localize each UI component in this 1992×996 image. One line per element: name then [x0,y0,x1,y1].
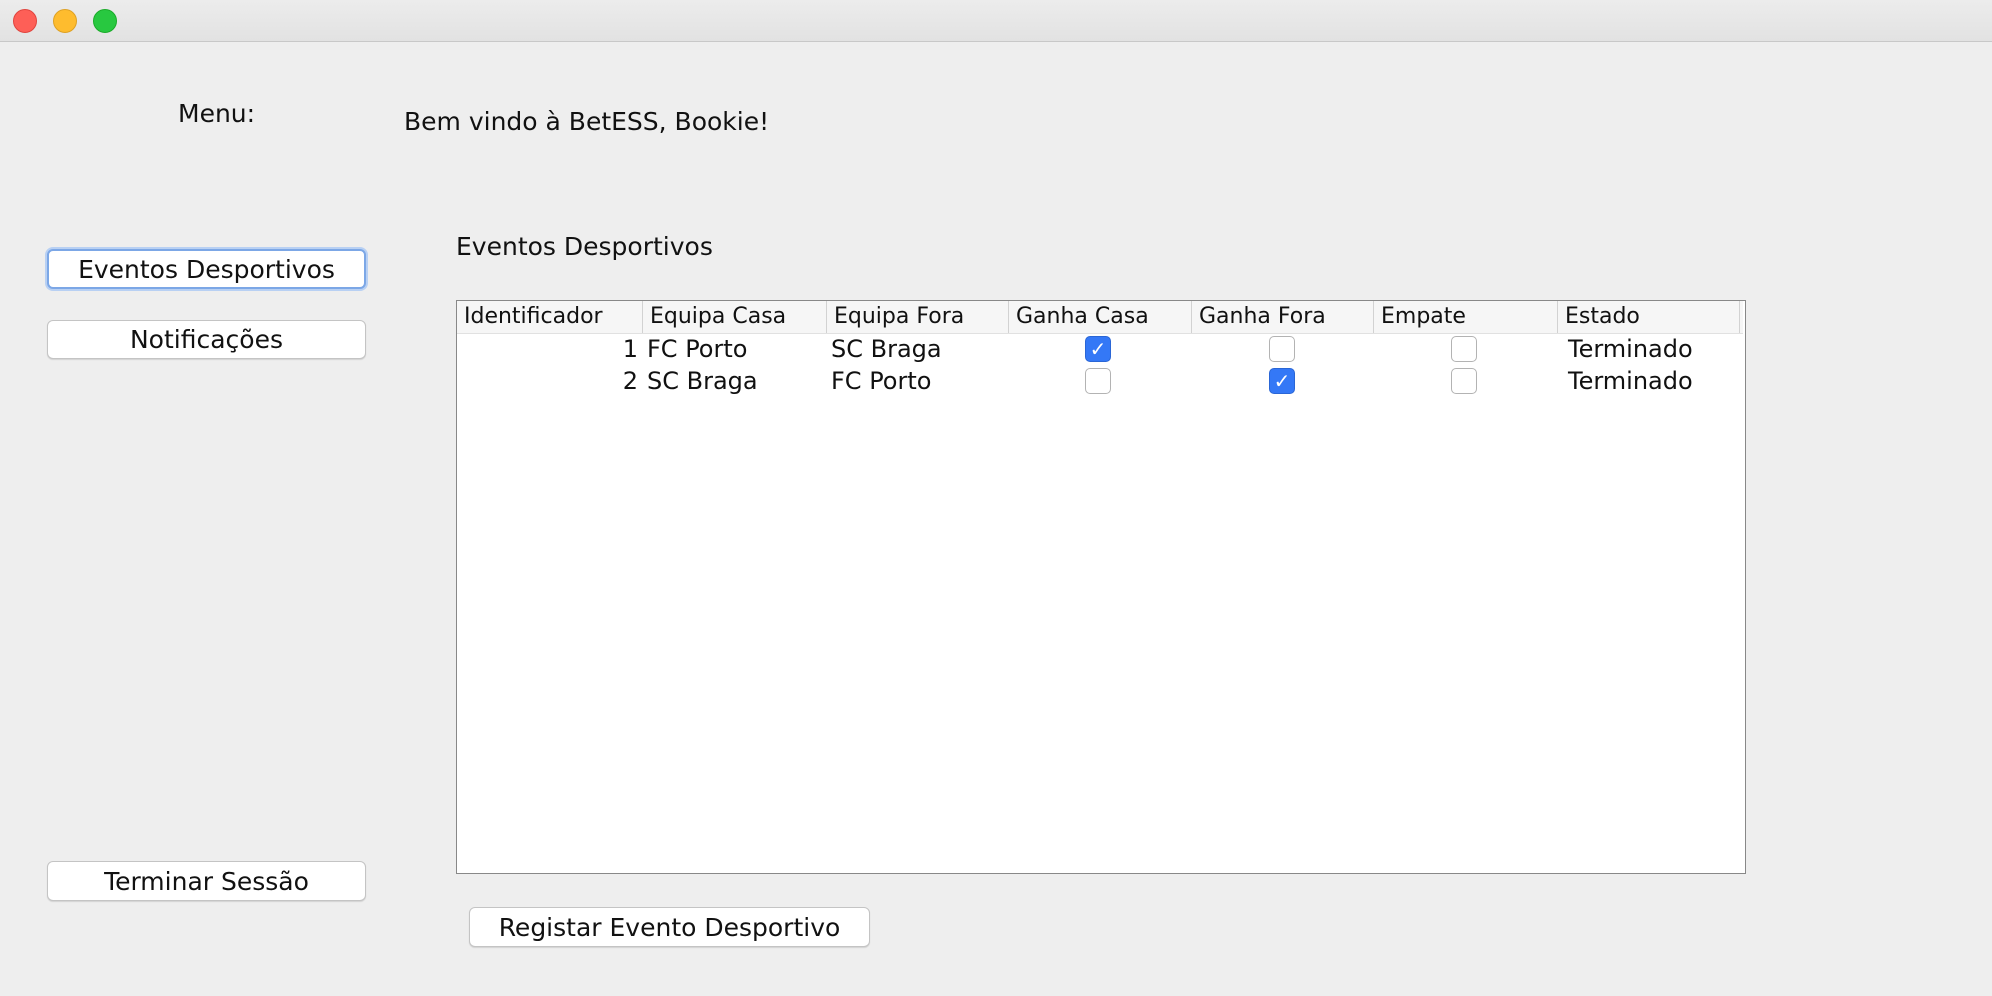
column-header-estado[interactable]: Estado [1558,301,1740,333]
cell-equipa-casa: SC Braga [647,367,758,395]
table-header: Identificador Equipa Casa Equipa Fora Ga… [457,301,1743,334]
ganha-fora-checkbox[interactable] [1269,336,1295,362]
section-title: Eventos Desportivos [456,232,713,261]
cell-equipa-fora: SC Braga [831,335,942,363]
menu-label: Menu: [178,99,256,128]
terminar-sessao-button[interactable]: Terminar Sessão [47,861,366,901]
ganha-casa-checkbox[interactable] [1085,368,1111,394]
events-table[interactable]: Identificador Equipa Casa Equipa Fora Ga… [456,300,1746,874]
notificacoes-button[interactable]: Notificações [47,320,366,359]
cell-estado: Terminado [1568,367,1693,395]
empate-checkbox[interactable] [1451,368,1477,394]
eventos-desportivos-button[interactable]: Eventos Desportivos [47,249,366,289]
cell-estado: Terminado [1568,335,1693,363]
maximize-window-icon[interactable] [93,9,117,33]
cell-equipa-casa: FC Porto [647,335,748,363]
column-header-ganha-casa[interactable]: Ganha Casa [1009,301,1192,333]
column-header-equipa-casa[interactable]: Equipa Casa [643,301,827,333]
welcome-message: Bem vindo à BetESS, Bookie! [404,107,770,136]
ganha-fora-checkbox[interactable]: ✓ [1269,368,1295,394]
column-header-equipa-fora[interactable]: Equipa Fora [827,301,1009,333]
column-header-identificador[interactable]: Identificador [457,301,643,333]
cell-equipa-fora: FC Porto [831,367,932,395]
column-header-ganha-fora[interactable]: Ganha Fora [1192,301,1374,333]
minimize-window-icon[interactable] [53,9,77,33]
ganha-casa-checkbox[interactable]: ✓ [1085,336,1111,362]
cell-identificador: 2 [622,367,638,395]
close-window-icon[interactable] [13,9,37,33]
cell-identificador: 1 [622,335,638,363]
registar-evento-button[interactable]: Registar Evento Desportivo [469,907,870,947]
table-row[interactable]: 2 SC Braga FC Porto ✓ Terminado [457,365,1743,397]
column-header-empate[interactable]: Empate [1374,301,1558,333]
table-row[interactable]: 1 FC Porto SC Braga ✓ Terminado [457,333,1743,365]
title-bar [0,0,1992,42]
empate-checkbox[interactable] [1451,336,1477,362]
